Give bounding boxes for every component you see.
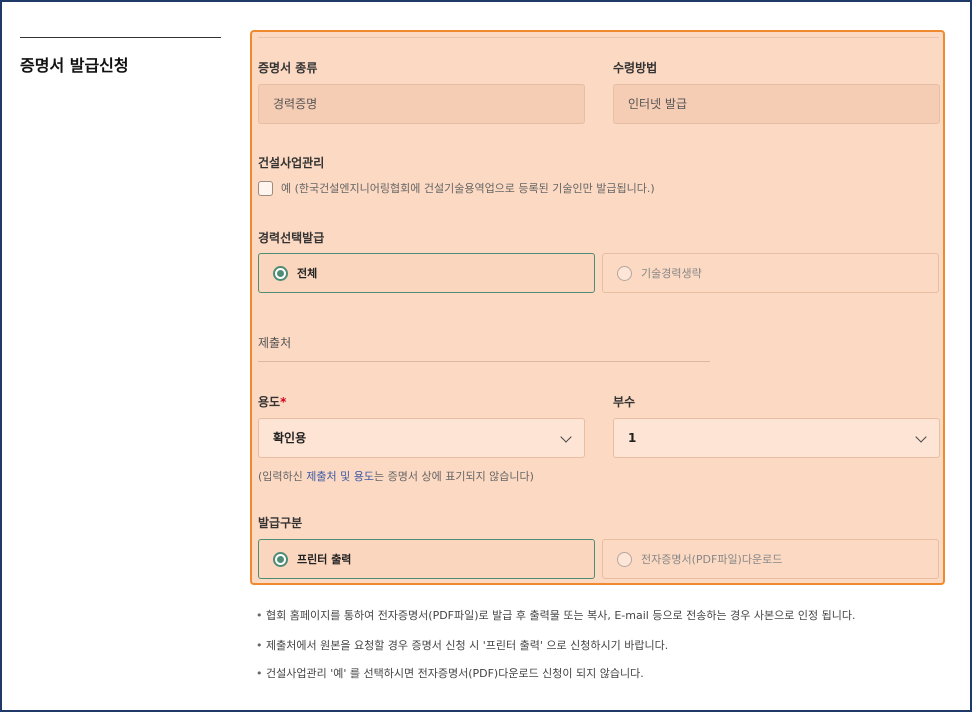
radio-option-skip-career-label: 기술경력생략: [641, 267, 702, 280]
radio-unselected-icon: [617, 265, 632, 281]
issue-type-label: 발급구분: [258, 516, 303, 530]
radio-option-all-label: 전체: [297, 267, 318, 280]
radio-option-printer[interactable]: 프린터 출력: [258, 539, 595, 579]
purpose-select[interactable]: 확인용: [258, 418, 585, 458]
bullet-icon: •: [256, 639, 263, 652]
copies-select[interactable]: 1: [613, 418, 940, 458]
chevron-down-icon: [915, 431, 927, 443]
career-select-label: 경력선택발급: [258, 231, 325, 245]
hint-prefix: (입력하신: [258, 470, 307, 483]
radio-option-skip-career[interactable]: 기술경력생략: [602, 253, 939, 293]
cert-type-field: 경력증명: [258, 84, 585, 124]
purpose-label-text: 용도: [258, 395, 281, 409]
application-form-panel: 증명서 종류 경력증명 수령방법 인터넷 발급 건설사업관리 예 (한국건설엔지…: [250, 30, 945, 585]
notice-item: • 협회 홈페이지를 통하여 전자증명서(PDF파일)로 발급 후 출력물 또는 …: [256, 607, 855, 623]
notice-item: • 제출처에서 원본을 요청할 경우 증명서 신청 시 '프린터 출력' 으로 신…: [256, 637, 668, 653]
construction-mgmt-row[interactable]: 예 (한국건설엔지니어링협회에 건설기술용역업으로 등록된 기술인만 발급됩니다…: [258, 180, 655, 196]
radio-selected-icon: [273, 265, 288, 281]
copies-select-value: 1: [628, 431, 637, 445]
chevron-down-icon: [560, 431, 572, 443]
cert-type-label: 증명서 종류: [258, 61, 318, 75]
notice-item: • 건설사업관리 '예' 를 선택하시면 전자증명서(PDF)다운로드 신청이 되…: [256, 665, 644, 681]
notice-text: 협회 홈페이지를 통하여 전자증명서(PDF파일)로 발급 후 출력물 또는 복…: [266, 609, 856, 622]
hint-suffix: 는 증명서 상에 표기되지 않습니다): [374, 470, 534, 483]
construction-mgmt-checkbox[interactable]: [258, 180, 273, 196]
radio-selected-icon: [273, 551, 288, 567]
submit-to-input[interactable]: 제출처: [258, 334, 291, 351]
form-hint: (입력하신 제출처 및 용도는 증명서 상에 표기되지 않습니다): [258, 468, 534, 484]
radio-option-all[interactable]: 전체: [258, 253, 595, 293]
construction-mgmt-label: 건설사업관리: [258, 156, 325, 170]
purpose-select-value: 확인용: [273, 431, 307, 445]
submit-to-underline: [258, 361, 710, 362]
purpose-label: 용도*: [258, 393, 286, 410]
construction-mgmt-text: 예 (한국건설엔지니어링협회에 건설기술용역업으로 등록된 기술인만 발급됩니다…: [281, 182, 655, 195]
hint-highlight: 제출처 및 용도: [306, 470, 374, 483]
section-divider: [20, 37, 221, 38]
radio-option-printer-label: 프린터 출력: [297, 553, 352, 566]
section-title: 증명서 발급신청: [20, 56, 129, 75]
copies-label: 부수: [613, 395, 636, 409]
bullet-icon: •: [256, 667, 263, 680]
bullet-icon: •: [256, 609, 263, 622]
panel-top-divider: [258, 37, 939, 38]
radio-option-pdf-download-label: 전자증명서(PDF파일)다운로드: [641, 553, 783, 566]
radio-unselected-icon: [617, 551, 632, 567]
required-mark: *: [280, 395, 287, 409]
radio-option-pdf-download[interactable]: 전자증명서(PDF파일)다운로드: [602, 539, 939, 579]
notice-text: 제출처에서 원본을 요청할 경우 증명서 신청 시 '프린터 출력' 으로 신청…: [266, 639, 669, 652]
notice-text: 건설사업관리 '예' 를 선택하시면 전자증명서(PDF)다운로드 신청이 되지…: [266, 667, 644, 680]
receive-method-field: 인터넷 발급: [613, 84, 940, 124]
receive-method-label: 수령방법: [613, 61, 658, 75]
